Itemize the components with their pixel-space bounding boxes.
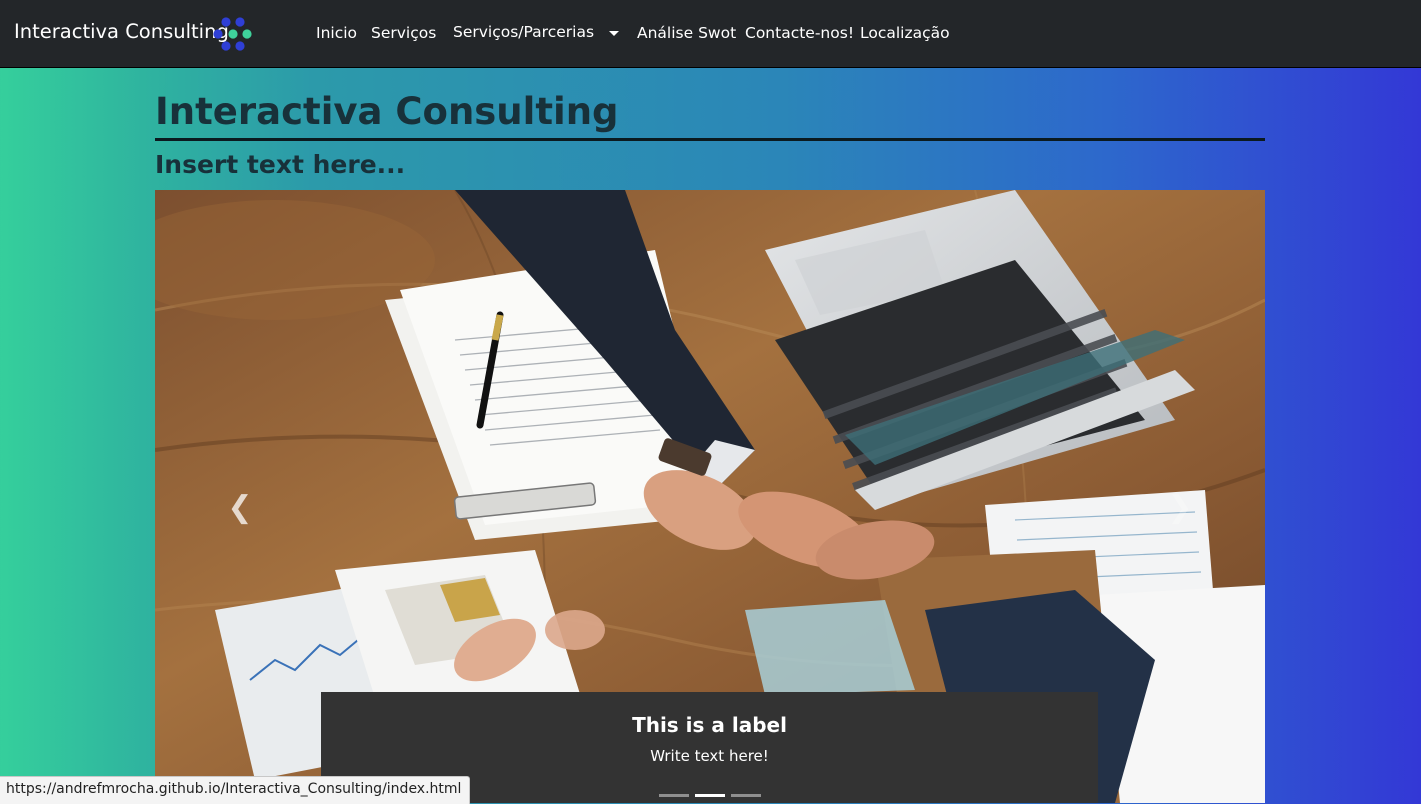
top-navbar: Interactiva Consulting Inicio Serviços S… — [0, 0, 1421, 68]
page-subtitle: Insert text here... — [155, 150, 406, 179]
nav-item-analise-swot[interactable]: Análise Swot — [637, 23, 736, 43]
carousel-indicator-3[interactable] — [731, 794, 761, 797]
brand-link[interactable]: Interactiva Consulting — [14, 20, 229, 44]
page-title: Interactiva Consulting — [155, 90, 619, 133]
browser-status-url: https://andrefmrocha.github.io/Interacti… — [0, 776, 471, 804]
nav-item-inicio[interactable]: Inicio — [316, 23, 357, 43]
dots-logo-icon[interactable] — [213, 16, 253, 52]
caption-title: This is a label — [632, 713, 787, 737]
carousel-next-icon[interactable]: ❯ — [1165, 490, 1195, 526]
nav-item-localizacao[interactable]: Localização — [860, 23, 950, 43]
carousel-prev-icon[interactable]: ❮ — [225, 490, 255, 526]
nav-item-servicos[interactable]: Serviços — [371, 23, 436, 43]
dropdown-caret-icon[interactable] — [609, 31, 619, 36]
nav-item-contacte-nos[interactable]: Contacte-nos! — [745, 23, 854, 43]
caption-text: Write text here! — [650, 747, 769, 765]
image-carousel[interactable]: ❮ ❯ This is a label Write text here! — [155, 190, 1265, 803]
nav-item-servicos-parcerias-dropdown[interactable]: Serviços/Parcerias — [453, 22, 594, 42]
title-divider — [155, 138, 1265, 141]
carousel-indicator-1[interactable] — [659, 794, 689, 797]
carousel-indicator-2[interactable] — [695, 794, 725, 797]
